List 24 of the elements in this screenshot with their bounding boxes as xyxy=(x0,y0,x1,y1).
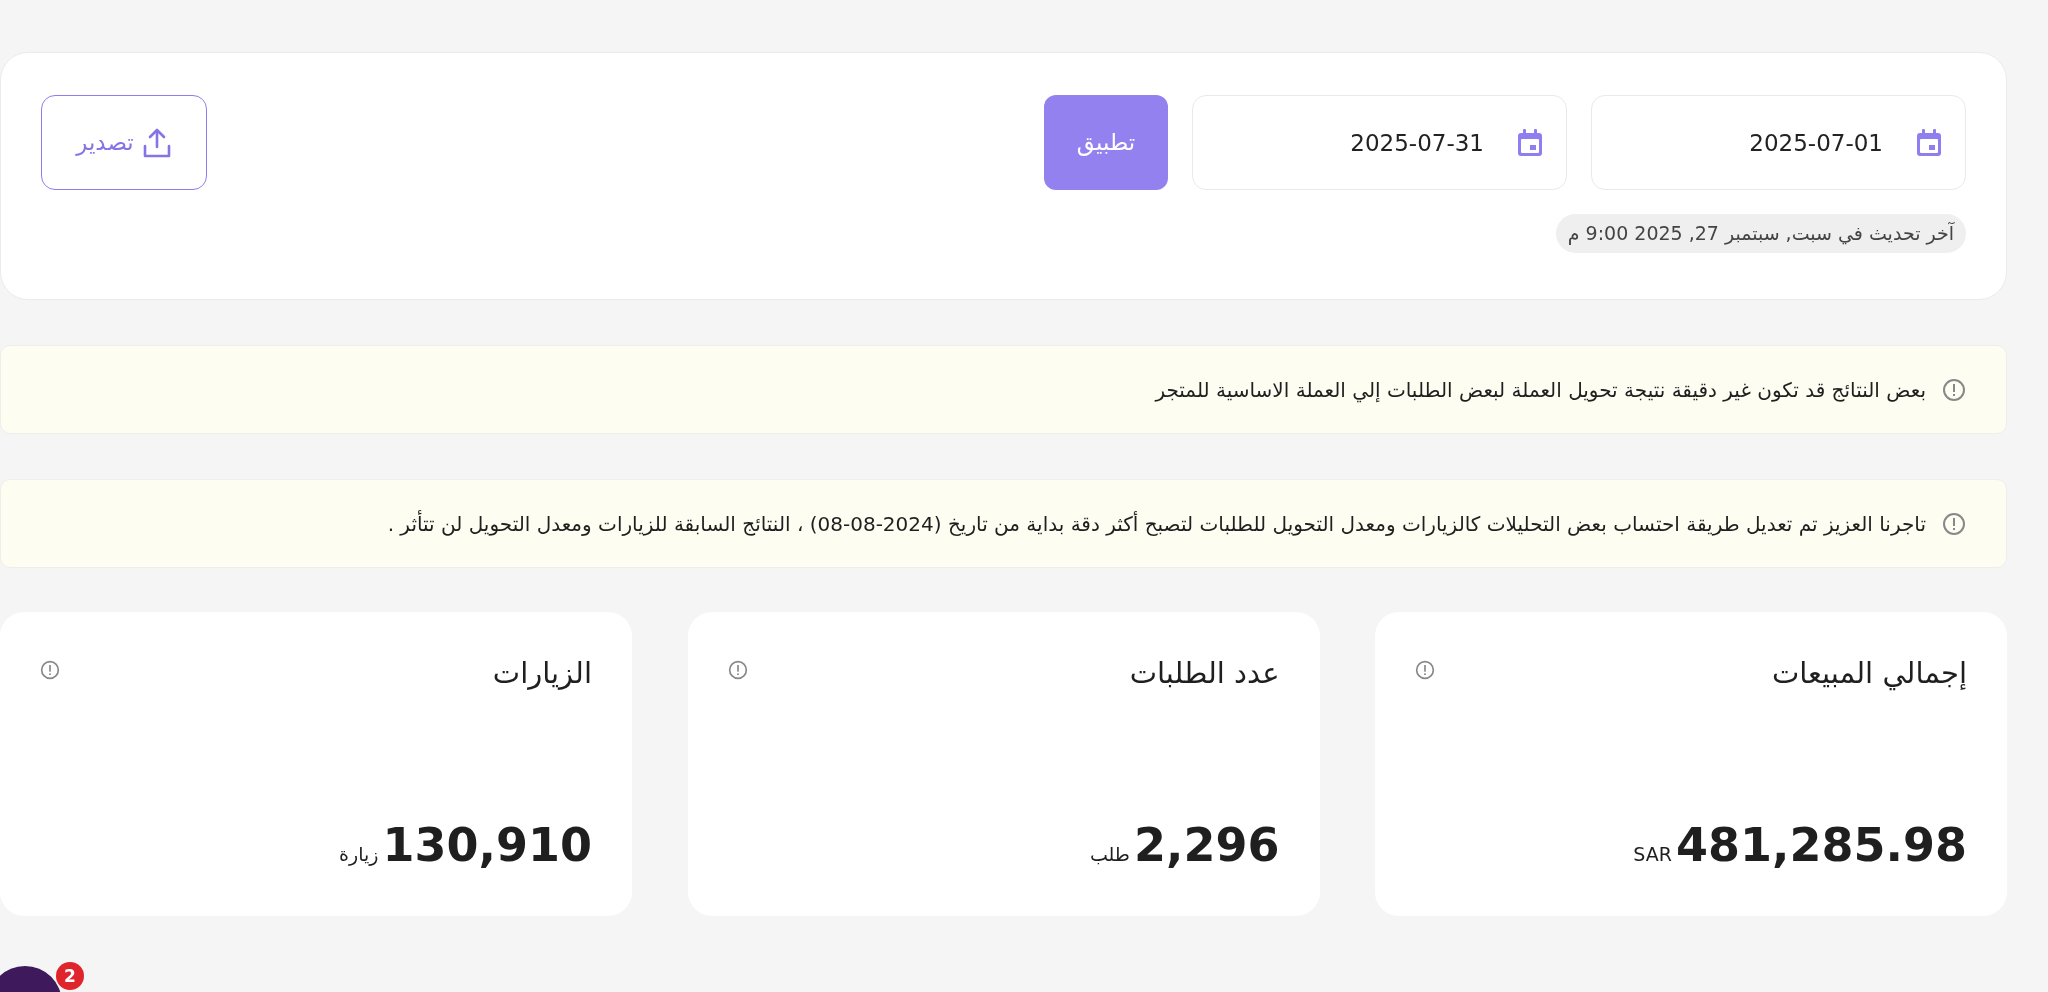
info-icon xyxy=(1942,377,1966,402)
stat-unit: زيارة xyxy=(339,842,379,868)
stat-value: 2,296 xyxy=(1134,817,1280,874)
calendar-icon xyxy=(1916,129,1942,157)
calendar-icon xyxy=(1517,129,1543,157)
notification-badge: 2 xyxy=(56,962,84,990)
upload-icon xyxy=(141,126,172,159)
stat-title: إجمالي المبيعات xyxy=(1771,655,1967,693)
date-field[interactable]: 2025-07-31 xyxy=(1192,95,1567,190)
stat-value: 481,285.98 xyxy=(1676,817,1967,874)
date-field[interactable]: 2025-07-01 xyxy=(1591,95,1966,190)
stat-title: الزيارات xyxy=(492,655,592,692)
last-updated-label: آخر تحديث في سبت, سبتمبر 27, 2025 9:00 م xyxy=(1555,214,1966,253)
notice-text: بعض النتائج قد تكون غير دقيقة نتيجة تحويل العملة لبعض الطلبات إلي العملة الاساسية للمتجر xyxy=(1155,376,1926,405)
info-icon xyxy=(1942,511,1966,536)
stat-value: 130,910 xyxy=(382,817,592,874)
stat-title: عدد الطلبات xyxy=(1129,655,1280,692)
info-icon xyxy=(727,660,748,680)
stat-unit: طلب xyxy=(1089,842,1130,867)
notice-text: تاجرنا العزيز تم تعديل طريقة احتساب بعض التحليلات كالزيارات ومعدل التحويل للطلبات لتصبح أكثر دقة بداية من تاريخ (2024-08-08) ، النتائج السابقة للزيارات ومعدل التحويل لن تتأثر . xyxy=(387,509,1926,538)
info-icon xyxy=(40,660,60,680)
stat-unit: SAR xyxy=(1633,842,1672,867)
info-icon xyxy=(1415,660,1435,680)
export-button[interactable]: تصدير xyxy=(41,95,207,190)
